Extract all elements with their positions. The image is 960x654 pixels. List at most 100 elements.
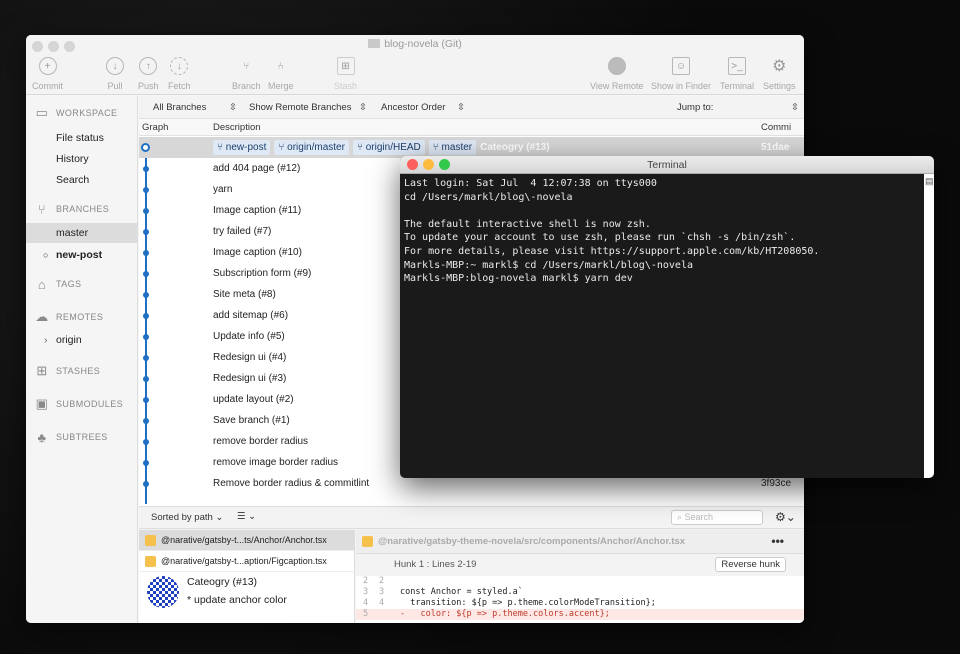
- details-toolbar: Sorted by path ⌄ ☰ ⌄ ⌕ Search ⚙⌄: [139, 507, 804, 529]
- gear-menu-button[interactable]: ⚙⌄: [775, 510, 796, 524]
- column-header: Graph Description Commi: [139, 119, 804, 136]
- head-commit-node: [141, 143, 150, 152]
- more-options-icon[interactable]: •••: [771, 534, 784, 548]
- show-in-finder-button[interactable]: ☺ Show in Finder: [651, 57, 711, 91]
- list-view-dropdown[interactable]: ☰ ⌄: [237, 511, 256, 522]
- monitor-icon: ▭: [35, 105, 49, 120]
- commit-node: [143, 460, 149, 466]
- terminal-line: Last login: Sat Jul 4 12:07:38 on ttys00…: [404, 178, 657, 189]
- line-number: 4: [363, 598, 369, 608]
- commit-description: Remove border radius & commitlint: [213, 478, 370, 489]
- commit-node: [143, 271, 149, 277]
- plus-icon: +: [38, 57, 57, 75]
- commit-description: update layout (#2): [213, 394, 294, 405]
- commit-description: Image caption (#11): [213, 205, 302, 216]
- hunk-label: Hunk 1 : Lines 2-19: [394, 559, 477, 570]
- sidebar-item-file-status[interactable]: File status: [26, 128, 138, 148]
- merge-button[interactable]: ⑃ Merge: [268, 57, 294, 92]
- tag-new-post[interactable]: ⑂ new-post: [213, 140, 271, 155]
- commit-node: [143, 439, 149, 445]
- search-input[interactable]: ⌕ Search: [671, 510, 763, 525]
- fetch-button[interactable]: ↓ Fetch: [168, 57, 191, 91]
- col-graph[interactable]: Graph: [142, 122, 168, 133]
- jump-to-label[interactable]: Jump to:: [677, 102, 713, 113]
- modified-file-icon: [145, 535, 156, 546]
- reverse-hunk-button[interactable]: Reverse hunk: [715, 557, 786, 572]
- view-remote-button[interactable]: View Remote: [590, 57, 643, 91]
- sidebar-section-submodules[interactable]: ▣ SUBMODULES: [34, 396, 124, 411]
- ref-tags: ⑂ new-post ⑂ origin/master ⑂ origin/HEAD…: [213, 140, 550, 155]
- tag-label: origin/HEAD: [365, 142, 421, 153]
- commit-description: add 404 page (#12): [213, 163, 301, 174]
- diff-line-text: - color: ${p => p.theme.colors.accent};: [400, 609, 610, 619]
- push-button[interactable]: ↑ Push: [138, 57, 159, 91]
- sidebar-item-history[interactable]: History: [26, 149, 138, 169]
- stash-button[interactable]: ⊞ Stash: [334, 57, 357, 91]
- line-number: 2: [363, 576, 369, 586]
- terminal-scrollbar[interactable]: ▤: [924, 174, 934, 478]
- commit-row-head[interactable]: ⑂ new-post ⑂ origin/master ⑂ origin/HEAD…: [139, 137, 804, 158]
- commit-button[interactable]: + Commit: [32, 57, 63, 91]
- terminal-output[interactable]: Last login: Sat Jul 4 12:07:38 on ttys00…: [400, 174, 934, 289]
- sidebar-section-workspace[interactable]: ▭ WORKSPACE: [34, 105, 118, 120]
- diff-line-text: const Anchor = styled.a`: [400, 587, 523, 597]
- remote-branches-filter[interactable]: Show Remote Branches: [249, 102, 351, 113]
- settings-label: Settings: [763, 81, 796, 91]
- submodules-heading: SUBMODULES: [56, 399, 124, 409]
- pull-button[interactable]: ↓ Pull: [106, 57, 124, 91]
- commit-node: [143, 481, 149, 487]
- branch-button[interactable]: ⑂ Branch: [232, 57, 261, 92]
- arrow-down-icon: ↓: [106, 57, 124, 75]
- merge-label: Merge: [268, 81, 294, 91]
- sidebar-section-remotes[interactable]: ☁ REMOTES: [34, 309, 104, 324]
- commit-description: try failed (#7): [213, 226, 272, 237]
- diff-code: 2 2 3 3 const Anchor = styled.a` 4 4 transitio…: [356, 576, 804, 620]
- settings-button[interactable]: ⚙ Settings: [763, 57, 796, 91]
- pull-label: Pull: [107, 81, 123, 91]
- terminal-line: Markls-MBP:blog-novela markl$ yarn dev: [404, 273, 633, 285]
- updown-icon: ⇳: [791, 102, 799, 113]
- remotes-heading: REMOTES: [56, 312, 104, 322]
- hunk-header: Hunk 1 : Lines 2-19 Reverse hunk: [356, 554, 804, 576]
- line-number: 3: [379, 587, 385, 597]
- workspace-heading: WORKSPACE: [56, 108, 118, 118]
- sidebar-item-search[interactable]: Search: [26, 170, 138, 190]
- order-filter[interactable]: Ancestor Order: [381, 102, 445, 113]
- sidebar-section-branches[interactable]: ⑂ BRANCHES: [34, 202, 109, 217]
- sidebar-section-stashes[interactable]: ⊞ STASHES: [34, 363, 101, 378]
- tag-master[interactable]: ⑂ master: [428, 140, 477, 155]
- terminal-button[interactable]: >_ Terminal: [720, 57, 754, 91]
- sidebar-item-master[interactable]: master: [26, 223, 138, 243]
- tag-origin-master[interactable]: ⑂ origin/master: [274, 140, 349, 155]
- terminal-line: cd /Users/markl/blog\-novela: [404, 191, 573, 203]
- window-title: blog-novela (Git): [26, 38, 804, 50]
- sidebar-item-origin[interactable]: › origin: [26, 330, 138, 350]
- col-description[interactable]: Description: [213, 122, 261, 133]
- commit-node: [143, 355, 149, 361]
- diff-view: @narative/gatsby-theme-novela/src/compon…: [356, 530, 804, 623]
- updown-icon: ⇳: [359, 102, 367, 113]
- file-item[interactable]: @narative/gatsby-t...ts/Anchor/Anchor.ts…: [139, 530, 354, 551]
- diff-file-path: @narative/gatsby-theme-novela/src/compon…: [378, 536, 686, 547]
- details-panel: Sorted by path ⌄ ☰ ⌄ ⌕ Search ⚙⌄ @narati…: [139, 506, 804, 623]
- branches-filter[interactable]: All Branches: [153, 102, 206, 113]
- terminal-titlebar: Terminal: [400, 156, 934, 174]
- stashes-heading: STASHES: [56, 366, 101, 376]
- sidebar-section-tags[interactable]: ⌂ TAGS: [34, 277, 81, 292]
- file-item[interactable]: @narative/gatsby-t...aption/Figcaption.t…: [139, 551, 354, 572]
- diff-line: 5 - color: ${p => p.theme.colors.accent};: [356, 609, 804, 620]
- diff-line: 3 3 const Anchor = styled.a`: [356, 587, 804, 598]
- origin-label: origin: [56, 334, 82, 346]
- tag-origin-head[interactable]: ⑂ origin/HEAD: [352, 140, 425, 155]
- sidebar-item-new-post[interactable]: ○ new-post: [26, 245, 138, 265]
- terminal-line: Markls-MBP:~ markl$ cd /Users/markl/blog…: [404, 259, 693, 271]
- commit-description: Subscription form (#9): [213, 268, 312, 279]
- updown-icon: ⇳: [457, 102, 465, 113]
- sidebar-section-subtrees[interactable]: ♣ SUBTREES: [34, 430, 108, 445]
- sort-dropdown[interactable]: Sorted by path ⌄: [151, 512, 223, 523]
- col-commit[interactable]: Commi: [761, 122, 791, 133]
- subtrees-heading: SUBTREES: [56, 432, 108, 442]
- scroll-handle-icon: ▤: [925, 176, 934, 186]
- diff-line: 44 transition: ${p => p.theme.colorModeT…: [356, 598, 804, 609]
- window-title-text: blog-novela (Git): [384, 38, 462, 50]
